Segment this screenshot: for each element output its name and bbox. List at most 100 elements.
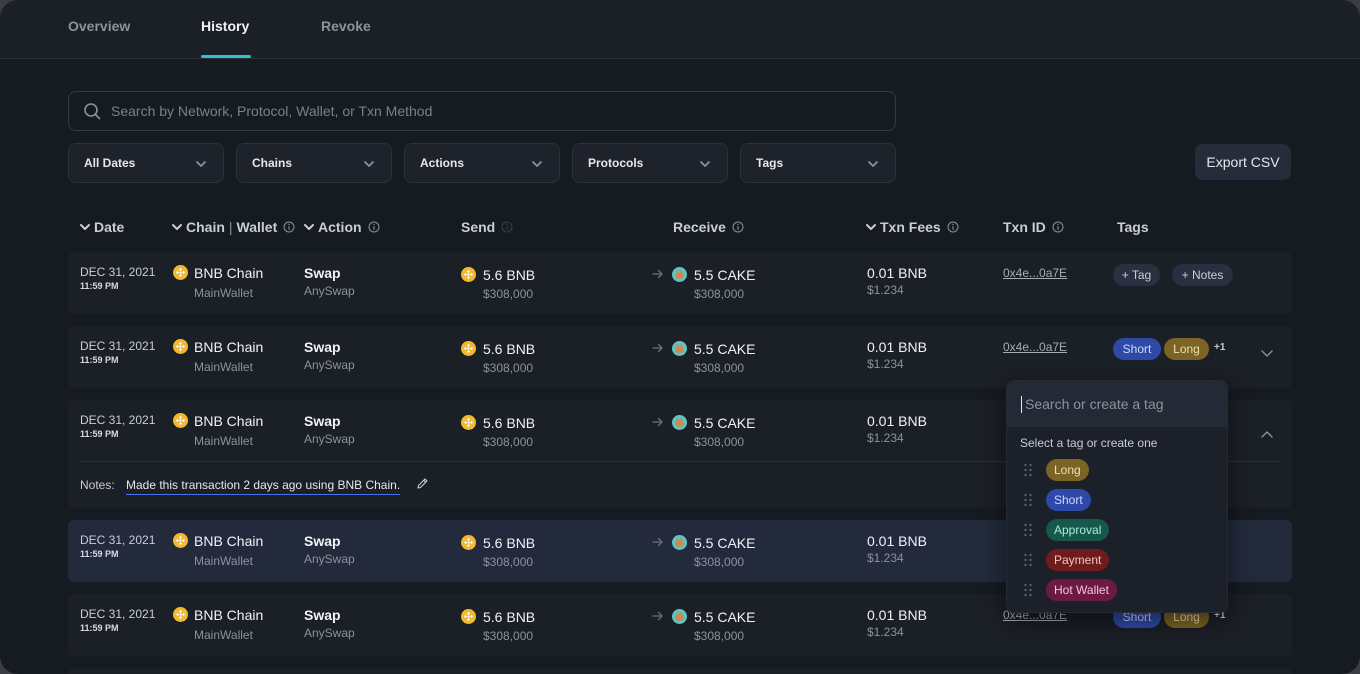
arrow-right-icon	[652, 269, 663, 279]
tab-overview[interactable]: Overview	[68, 18, 130, 34]
arrow-right-icon	[652, 417, 663, 427]
filter-actions-label: Actions	[420, 156, 465, 170]
row-receive-usd: $308,000	[694, 361, 745, 375]
tag-search-input[interactable]	[1025, 381, 1221, 427]
more-tags-count[interactable]: +1	[1214, 342, 1225, 353]
column-header-action[interactable]: Action	[304, 219, 380, 235]
drag-handle-icon[interactable]	[1023, 583, 1033, 597]
export-csv-button[interactable]: Export CSV	[1195, 144, 1291, 180]
tag-option-payment[interactable]: Payment	[1007, 546, 1227, 574]
info-icon[interactable]	[1052, 221, 1064, 233]
cake-coin-icon	[672, 609, 687, 624]
row-fee: 0.01 BNB	[867, 339, 927, 355]
column-header-send-label: Send	[461, 219, 496, 235]
chevron-down-icon	[532, 161, 542, 167]
row-wallet[interactable]: MainWallet	[194, 434, 253, 448]
search-input[interactable]	[111, 92, 881, 130]
row-txid-link[interactable]: 0x4e...0a7E	[1003, 266, 1067, 280]
tab-history[interactable]: History	[201, 18, 249, 34]
tag-long[interactable]: Long	[1164, 338, 1209, 360]
table-row[interactable]: DEC 31, 2021 11:59 PM BNB Chain MainWall…	[68, 326, 1292, 388]
tag-option-label: Approval	[1046, 519, 1110, 541]
column-header-fees[interactable]: Txn Fees	[866, 219, 959, 235]
row-action: Swap	[304, 265, 341, 281]
sort-chevron-icon	[80, 224, 90, 230]
filter-chains-label: Chains	[252, 156, 293, 170]
sort-chevron-icon	[304, 224, 314, 230]
notes-label: Notes:	[80, 478, 115, 492]
column-header-receive[interactable]: Receive	[673, 219, 744, 235]
drag-handle-icon[interactable]	[1023, 493, 1033, 507]
app-frame: Overview History Revoke All Dates Chains…	[0, 0, 1360, 674]
filter-tags-label: Tags	[756, 156, 784, 170]
filter-dates-label: All Dates	[84, 156, 136, 170]
row-send-usd: $308,000	[483, 287, 534, 301]
tag-option-short[interactable]: Short	[1007, 486, 1227, 514]
tag-option-hot-wallet[interactable]: Hot Wallet	[1007, 576, 1227, 604]
bnb-coin-icon	[461, 267, 476, 282]
filter-chains[interactable]: Chains	[236, 143, 392, 183]
row-receive-usd: $308,000	[694, 555, 745, 569]
pencil-edit-icon[interactable]	[416, 477, 429, 490]
row-chain: BNB Chain	[194, 413, 264, 429]
column-header-chain-wallet[interactable]: Chain | Wallet	[172, 219, 295, 235]
row-time: 11:59 PM	[80, 549, 119, 559]
bnb-chain-icon	[173, 265, 188, 280]
row-time: 11:59 PM	[80, 281, 119, 291]
row-fee-usd: $1.234	[867, 625, 904, 639]
column-header-txid-label: Txn ID	[1003, 219, 1046, 235]
row-send-usd: $308,000	[483, 555, 534, 569]
drag-handle-icon[interactable]	[1023, 523, 1033, 537]
table-row[interactable]: DEC 31, 2021 11:59 PM BNB Chain MainWall…	[68, 252, 1292, 314]
column-header-send[interactable]: Send	[461, 219, 513, 235]
info-icon[interactable]	[732, 221, 744, 233]
cake-coin-icon	[672, 341, 687, 356]
info-icon[interactable]	[947, 221, 959, 233]
drag-handle-icon[interactable]	[1023, 553, 1033, 567]
column-header-date-label: Date	[94, 219, 125, 235]
search-box	[68, 91, 896, 131]
sort-chevron-icon	[866, 224, 876, 230]
tag-short[interactable]: Short	[1113, 338, 1161, 360]
chevron-down-icon[interactable]	[1260, 346, 1274, 360]
row-txid-link[interactable]: 0x4e...0a7E	[1003, 340, 1067, 354]
tab-revoke[interactable]: Revoke	[321, 18, 371, 34]
row-send-amount: 5.6 BNB	[483, 341, 536, 357]
row-wallet[interactable]: MainWallet	[194, 286, 253, 300]
info-icon[interactable]	[368, 221, 380, 233]
row-protocol: AnySwap	[304, 626, 355, 640]
row-wallet[interactable]: MainWallet	[194, 360, 253, 374]
column-header-wallet-label: Wallet	[236, 219, 278, 235]
row-wallet[interactable]: MainWallet	[194, 628, 253, 642]
add-tag-button[interactable]: + Tag	[1113, 264, 1160, 286]
filter-actions[interactable]: Actions	[404, 143, 560, 183]
info-icon[interactable]	[283, 221, 295, 233]
bnb-chain-icon	[173, 339, 188, 354]
row-receive-usd: $308,000	[694, 435, 745, 449]
table-row[interactable]	[68, 668, 1292, 674]
row-fee-usd: $1.234	[867, 431, 904, 445]
row-fee: 0.01 BNB	[867, 265, 927, 281]
notes-text[interactable]: Made this transaction 2 days ago using B…	[126, 478, 401, 495]
row-wallet[interactable]: MainWallet	[194, 554, 253, 568]
filter-protocols[interactable]: Protocols	[572, 143, 728, 183]
chevron-up-icon[interactable]	[1260, 428, 1274, 442]
row-send-amount: 5.6 BNB	[483, 535, 536, 551]
tag-option-approval[interactable]: Approval	[1007, 516, 1227, 544]
tag-option-long[interactable]: Long	[1007, 456, 1227, 484]
info-icon[interactable]	[501, 221, 513, 233]
tab-bar: Overview History Revoke	[0, 0, 1360, 59]
row-protocol: AnySwap	[304, 432, 355, 446]
row-send-usd: $308,000	[483, 629, 534, 643]
tag-option-label: Hot Wallet	[1046, 579, 1117, 601]
column-header-txid[interactable]: Txn ID	[1003, 219, 1064, 235]
column-header-tags: Tags	[1117, 219, 1149, 235]
filter-tags[interactable]: Tags	[740, 143, 896, 183]
row-receive-amount: 5.5 CAKE	[694, 341, 756, 357]
filter-dates[interactable]: All Dates	[68, 143, 224, 183]
drag-handle-icon[interactable]	[1023, 463, 1033, 477]
bnb-coin-icon	[461, 609, 476, 624]
column-header-date[interactable]: Date	[80, 219, 124, 235]
add-notes-button[interactable]: + Notes	[1172, 264, 1233, 286]
row-send-amount: 5.6 BNB	[483, 415, 536, 431]
